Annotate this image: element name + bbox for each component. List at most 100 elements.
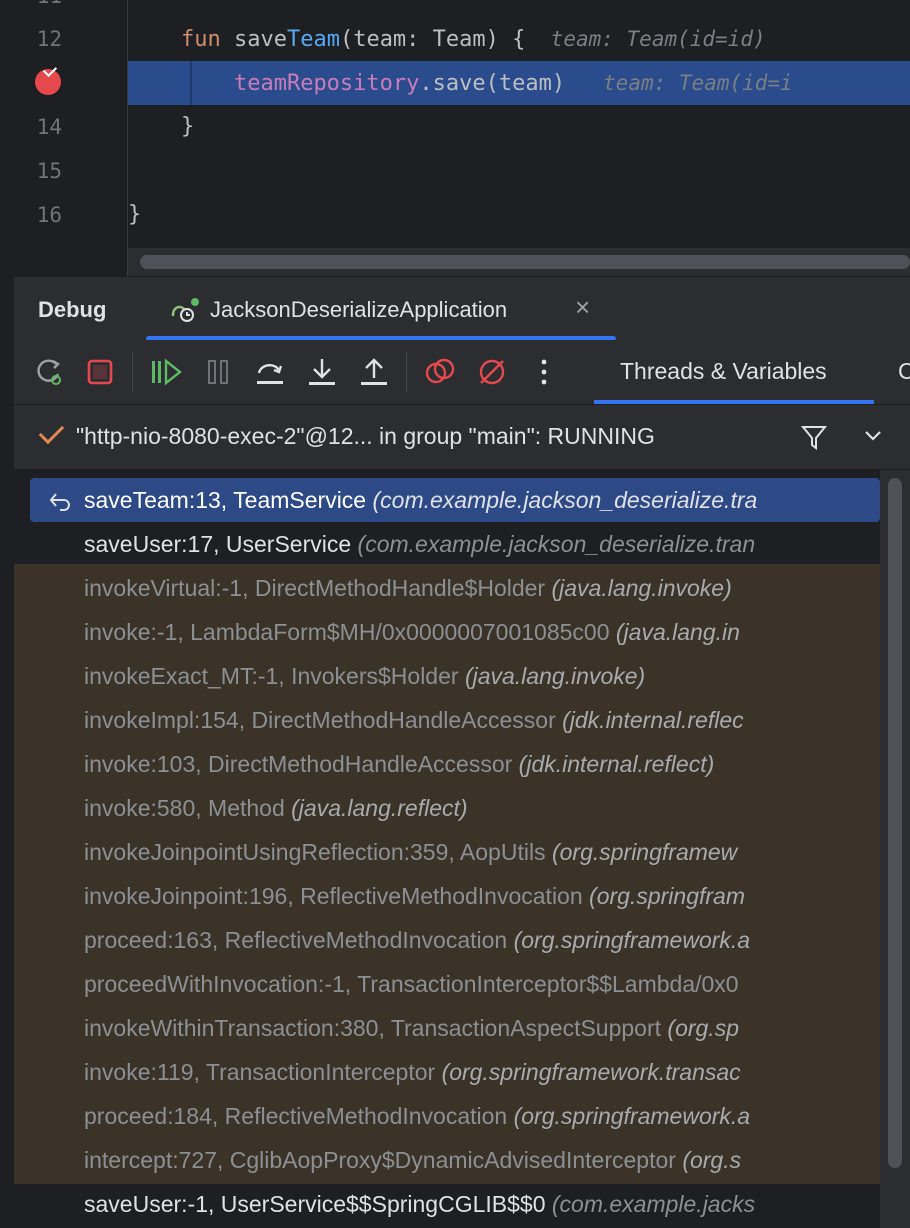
line-number: 11 bbox=[14, 0, 62, 18]
frame-item[interactable]: proceed:163, ReflectiveMethodInvocation … bbox=[14, 918, 880, 962]
frame-method: invokeExact_MT:-1, Invokers$Holder bbox=[84, 663, 465, 689]
frame-item[interactable]: invokeWithinTransaction:380, Transaction… bbox=[14, 1006, 880, 1050]
tab-threads-variables[interactable]: Threads & Variables bbox=[594, 340, 874, 404]
code-line-14[interactable]: } bbox=[128, 105, 910, 149]
resume-icon[interactable] bbox=[148, 354, 184, 390]
frame-item[interactable]: intercept:727, CglibAopProxy$DynamicAdvi… bbox=[14, 1138, 880, 1182]
frame-item[interactable]: invokeExact_MT:-1, Invokers$Holder (java… bbox=[14, 654, 880, 698]
vertical-scrollbar-thumb[interactable] bbox=[888, 478, 902, 1168]
line-number: 12 bbox=[36, 27, 62, 51]
step-out-icon[interactable] bbox=[356, 354, 392, 390]
line-number: 16 bbox=[36, 203, 62, 227]
step-into-icon[interactable] bbox=[304, 354, 340, 390]
view-breakpoints-icon[interactable] bbox=[422, 354, 458, 390]
debug-toolbar: Threads & Variables C bbox=[14, 340, 910, 405]
frame-item[interactable]: invoke:103, DirectMethodHandleAccessor (… bbox=[14, 742, 880, 786]
stop-icon[interactable] bbox=[82, 354, 118, 390]
inline-value-hint: team: Team(id=i bbox=[565, 71, 793, 95]
frame-method: proceedWithInvocation:-1, TransactionInt… bbox=[84, 971, 739, 997]
frame-item[interactable]: invoke:-1, LambdaForm$MH/0x0000007001085… bbox=[14, 610, 880, 654]
frame-package: (org.springframework.transac bbox=[441, 1059, 741, 1085]
frame-package: (org.s bbox=[682, 1147, 742, 1173]
function-name-b: Team bbox=[286, 27, 340, 52]
frame-package: (java.lang.invoke) bbox=[464, 663, 646, 689]
line-number: 14 bbox=[36, 115, 62, 139]
frame-method: saveUser:-1, UserService$$SpringCGLIB$$0 bbox=[84, 1191, 552, 1217]
thread-selector[interactable]: "http-nio-8080-exec-2"@12... in group "m… bbox=[14, 405, 910, 470]
frame-item[interactable]: saveUser:-1, UserService$$SpringCGLIB$$0… bbox=[14, 1182, 880, 1226]
code-line-16[interactable]: } bbox=[128, 193, 910, 237]
code-line-13-current[interactable]: teamRepository.save(team) team: Team(id=… bbox=[128, 61, 910, 105]
frame-item[interactable]: saveUser:17, UserService (com.example.ja… bbox=[14, 522, 880, 566]
frame-item-selected[interactable]: saveTeam:13, TeamService (com.example.ja… bbox=[30, 478, 880, 522]
frame-method: invoke:103, DirectMethodHandleAccessor bbox=[84, 751, 519, 777]
active-tab-indicator bbox=[594, 400, 874, 404]
frame-package: (com.example.jackson_deserialize.tran bbox=[357, 531, 756, 557]
code-editor[interactable]: 11 12 13 14 15 16 fun saveTeam(team: Tea… bbox=[14, 0, 910, 276]
debug-session-icon bbox=[171, 298, 199, 322]
toolbar-separator bbox=[132, 352, 133, 392]
close-icon[interactable]: × bbox=[575, 294, 590, 320]
thread-label: "http-nio-8080-exec-2"@12... in group "m… bbox=[76, 423, 655, 449]
frame-item[interactable]: invokeImpl:154, DirectMethodHandleAccess… bbox=[14, 698, 880, 742]
check-icon bbox=[38, 418, 65, 445]
frame-method: intercept:727, CglibAopProxy$DynamicAdvi… bbox=[84, 1147, 683, 1173]
frame-package: (jdk.internal.reflec bbox=[562, 707, 744, 733]
tab-console[interactable]: C bbox=[898, 358, 910, 385]
frames-list[interactable]: saveTeam:13, TeamService (com.example.ja… bbox=[14, 470, 880, 1228]
chevron-down-icon[interactable] bbox=[864, 427, 882, 445]
step-over-icon[interactable] bbox=[252, 354, 288, 390]
frame-package: (java.lang.reflect) bbox=[291, 795, 468, 821]
horizontal-scrollbar-thumb[interactable] bbox=[140, 255, 910, 269]
frame-package: (java.lang.in bbox=[615, 619, 740, 645]
pause-icon[interactable] bbox=[200, 354, 236, 390]
frame-method: proceed:163, ReflectiveMethodInvocation bbox=[84, 927, 514, 953]
frame-method: saveUser:17, UserService bbox=[84, 531, 358, 557]
frame-item[interactable]: proceed:184, ReflectiveMethodInvocation … bbox=[14, 1094, 880, 1138]
frame-item[interactable]: invokeJoinpoint:196, ReflectiveMethodInv… bbox=[14, 874, 880, 918]
tab-label: Threads & Variables bbox=[620, 358, 827, 384]
return-arrow-icon bbox=[49, 493, 70, 511]
frame-package: (org.sp bbox=[667, 1015, 739, 1041]
frame-item[interactable]: invokeVirtual:-1, DirectMethodHandle$Hol… bbox=[14, 566, 880, 610]
frame-item[interactable]: proceedWithInvocation:-1, TransactionInt… bbox=[14, 962, 880, 1006]
indent-guide bbox=[190, 61, 192, 105]
inline-value-hint: team: Team(id=id) bbox=[525, 27, 766, 51]
debug-title: Debug bbox=[38, 297, 107, 322]
frame-item[interactable]: invoke:580, Method (java.lang.reflect) bbox=[14, 786, 880, 830]
frame-method: invoke:119, TransactionInterceptor bbox=[84, 1059, 442, 1085]
frame-package: (com.example.jackson_deserialize.tra bbox=[372, 487, 758, 513]
frame-item[interactable]: invokeJoinpointUsingReflection:359, AopU… bbox=[14, 830, 880, 874]
frame-package: (org.springframework.a bbox=[513, 927, 751, 953]
frame-method: invoke:580, Method bbox=[84, 795, 292, 821]
frame-method: proceed:184, ReflectiveMethodInvocation bbox=[84, 1103, 514, 1129]
more-icon[interactable] bbox=[526, 354, 562, 390]
function-signature: (team: Team) { bbox=[339, 27, 526, 52]
code-line-12[interactable]: fun saveTeam(team: Team) { team: Team(id… bbox=[128, 17, 910, 61]
frame-package: (org.springframework.a bbox=[513, 1103, 751, 1129]
line-number: 15 bbox=[36, 159, 62, 183]
mute-breakpoints-icon[interactable] bbox=[474, 354, 510, 390]
rerun-icon[interactable] bbox=[32, 354, 68, 390]
frame-method: invokeVirtual:-1, DirectMethodHandle$Hol… bbox=[84, 575, 552, 601]
toolbar-separator bbox=[406, 352, 407, 392]
receiver: teamRepository bbox=[233, 71, 420, 96]
frame-method: saveTeam:13, TeamService bbox=[84, 487, 373, 513]
frame-package: (com.example.jacks bbox=[551, 1191, 756, 1217]
debug-tool-window-header: Debug JacksonDeserializeApplication × bbox=[14, 276, 910, 341]
frame-package: (org.springfram bbox=[589, 883, 745, 909]
function-name-a: save bbox=[233, 27, 287, 52]
frame-item[interactable]: invoke:119, TransactionInterceptor (org.… bbox=[14, 1050, 880, 1094]
session-tab[interactable]: JacksonDeserializeApplication × bbox=[146, 277, 616, 341]
frame-method: invokeJoinpoint:196, ReflectiveMethodInv… bbox=[84, 883, 590, 909]
keyword-fun: fun bbox=[180, 27, 221, 52]
frame-method: invokeImpl:154, DirectMethodHandleAccess… bbox=[84, 707, 563, 733]
frame-method: invokeJoinpointUsingReflection:359, AopU… bbox=[84, 839, 552, 865]
session-tab-label: JacksonDeserializeApplication bbox=[210, 297, 508, 322]
frame-package: (jdk.internal.reflect) bbox=[518, 751, 715, 777]
editor-gutter[interactable]: 11 12 13 14 15 16 bbox=[14, 0, 127, 276]
filter-icon[interactable] bbox=[800, 423, 828, 451]
